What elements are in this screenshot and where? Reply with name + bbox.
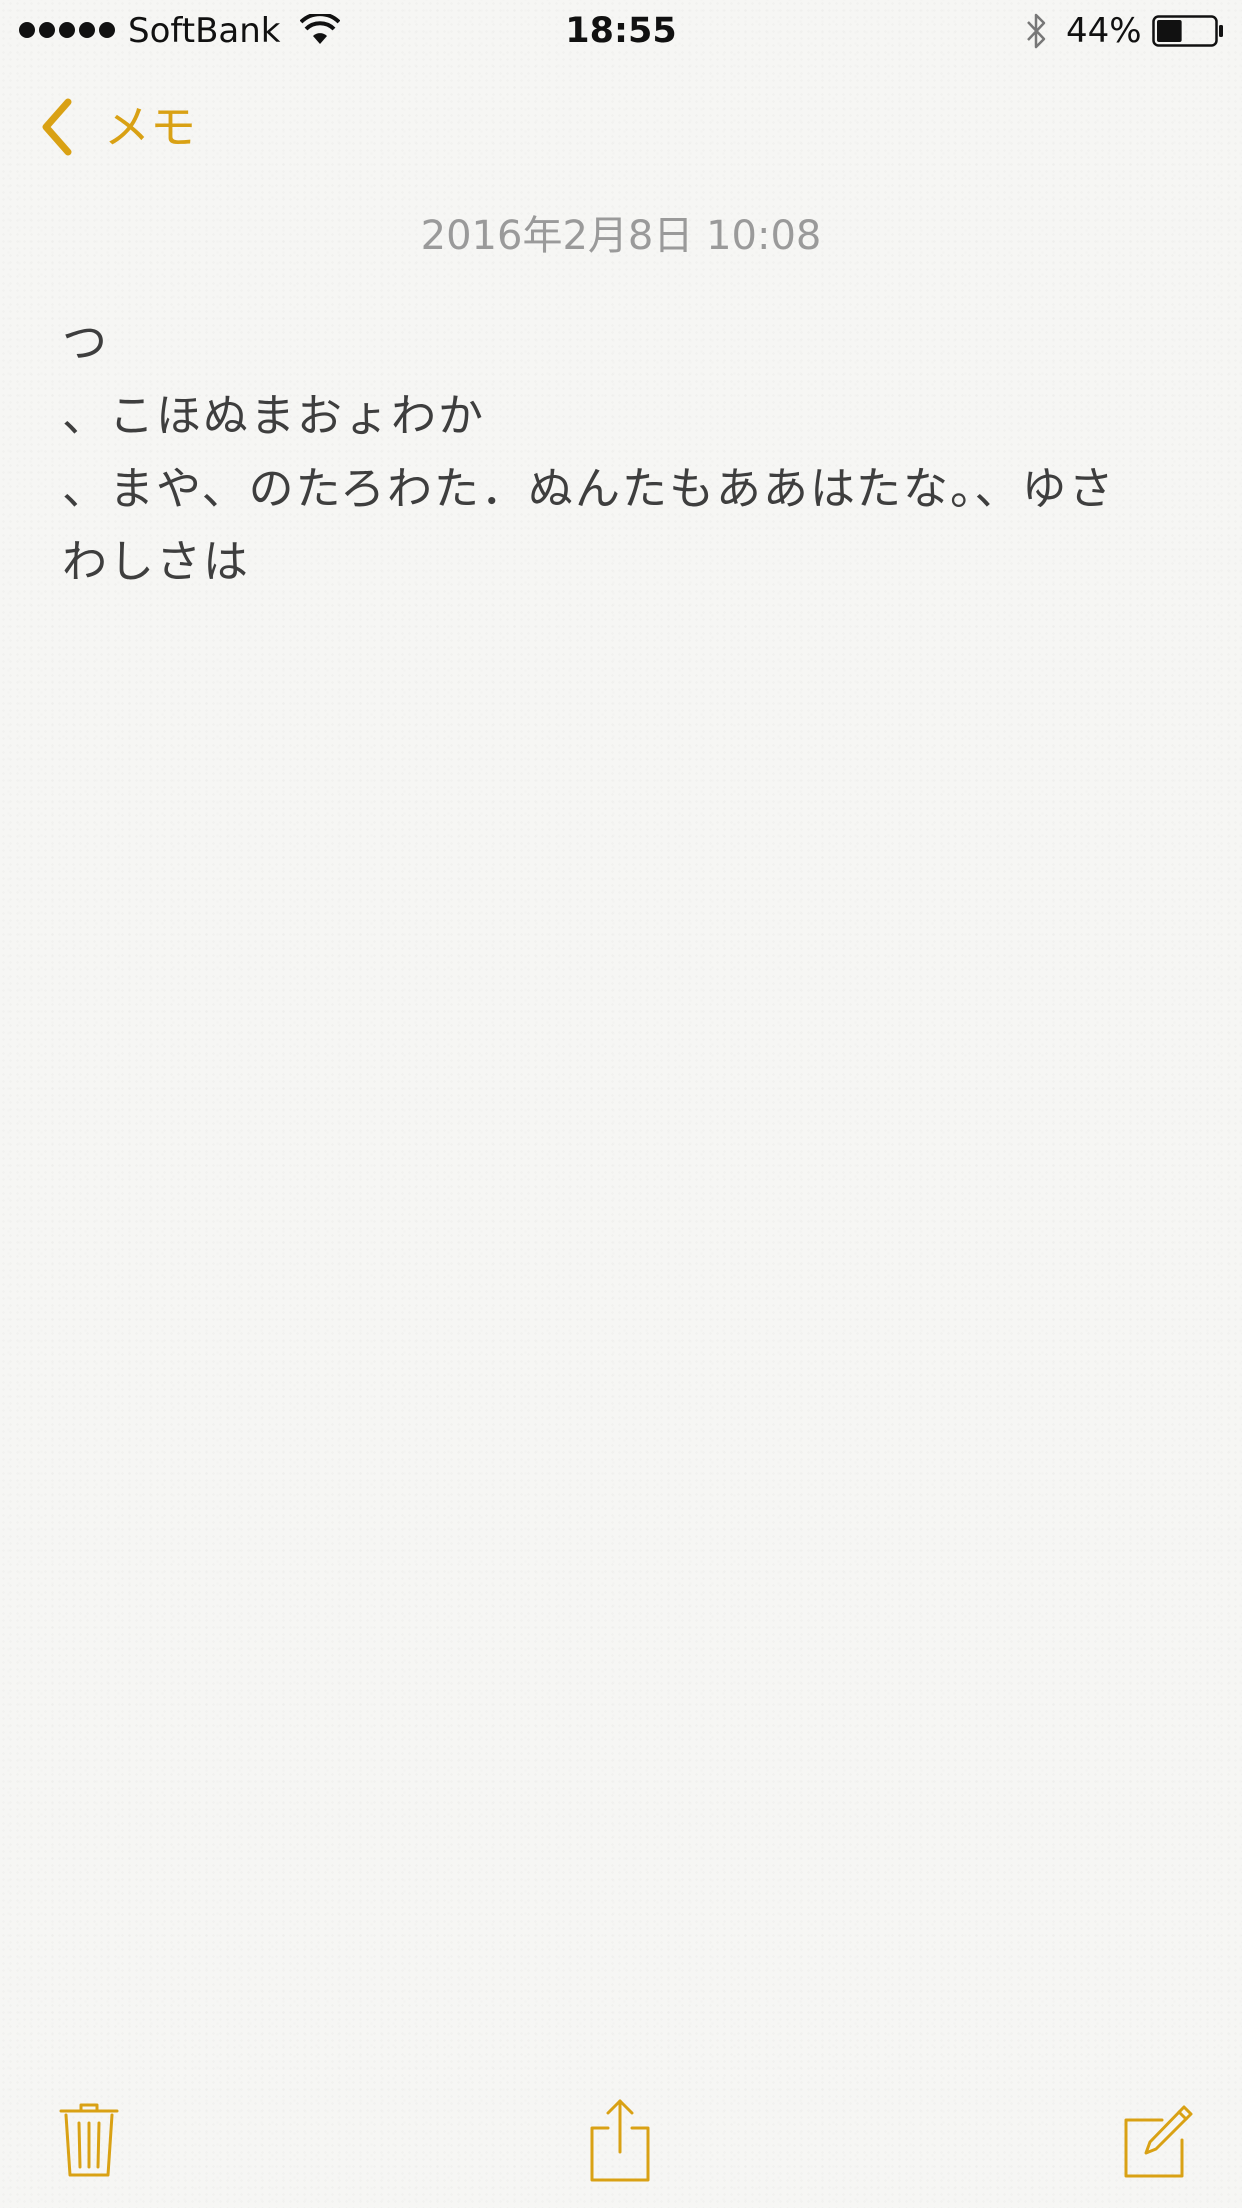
trash-icon[interactable] bbox=[58, 2102, 120, 2178]
compose-icon[interactable] bbox=[1122, 2104, 1194, 2178]
back-button-label: メモ bbox=[104, 100, 196, 154]
share-icon[interactable] bbox=[588, 2098, 652, 2182]
note-line: 、まや、のたろわた．ぬんたもああはたな。、ゆさ bbox=[62, 462, 1116, 515]
battery-percentage: 44% bbox=[1066, 11, 1142, 51]
note-timestamp: 2016年2月8日 10:08 bbox=[420, 213, 822, 259]
chevron-left-icon bbox=[42, 98, 72, 156]
back-button[interactable]: メモ bbox=[38, 92, 196, 162]
note-line: 、こほぬまおょわか bbox=[62, 389, 486, 442]
note-line: わしさは bbox=[62, 535, 251, 588]
status-bar: SoftBank 18:55 44% bbox=[0, 0, 1242, 62]
bluetooth-icon bbox=[1027, 13, 1046, 49]
note-line: つ bbox=[62, 316, 110, 369]
battery-icon bbox=[1152, 15, 1223, 47]
status-time: 18:55 bbox=[565, 11, 677, 51]
note-text-area[interactable]: つ 、こほぬまおょわか 、まや、のたろわた．ぬんたもああはたな。、ゆさ わしさは bbox=[62, 306, 1182, 598]
